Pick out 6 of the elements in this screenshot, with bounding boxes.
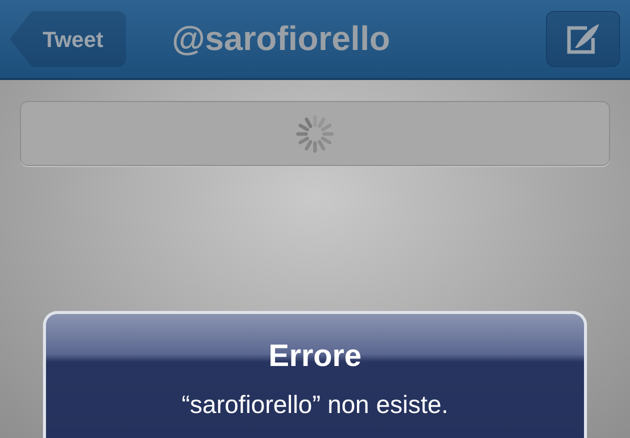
compose-button[interactable]	[546, 11, 620, 67]
back-button[interactable]: Tweet	[10, 11, 126, 67]
alert-message: “sarofiorello” non esiste.	[182, 393, 448, 418]
window-title: @sarofiorello	[172, 18, 390, 60]
compose-icon	[565, 22, 601, 56]
alert-title: Errore	[268, 340, 362, 371]
